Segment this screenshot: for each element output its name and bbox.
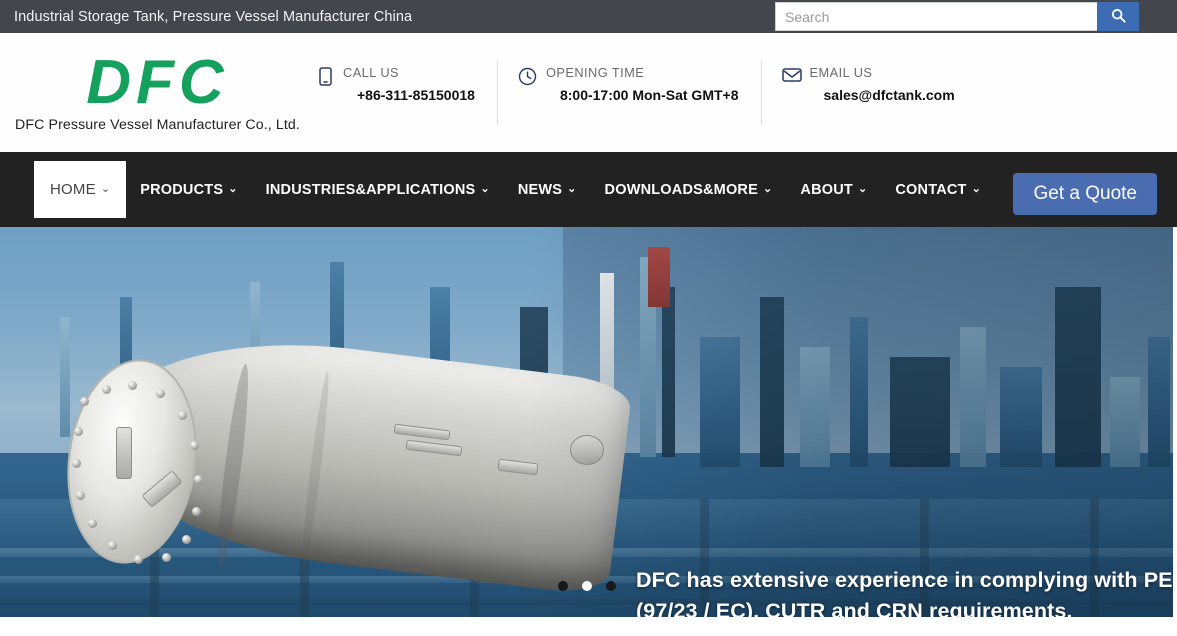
chevron-down-icon: ⌄ — [762, 183, 773, 195]
nav-item-industries-applications[interactable]: INDUSTRIES&APPLICATIONS ⌄ — [252, 152, 504, 227]
get-a-quote-button[interactable]: Get a Quote — [1013, 173, 1157, 215]
chevron-down-icon: ⌄ — [228, 183, 238, 195]
logo-tagline: DFC Pressure Vessel Manufacturer Co., Lt… — [15, 117, 300, 133]
search-input[interactable] — [775, 2, 1097, 31]
clock-icon — [516, 67, 540, 86]
carousel-dot-1[interactable] — [557, 581, 568, 591]
chevron-down-icon: ⌄ — [971, 183, 982, 195]
carousel-dot-3[interactable] — [605, 581, 616, 591]
search-button[interactable] — [1097, 2, 1139, 31]
page-bottom-edge — [0, 627, 1177, 636]
contact-email-us: EMAIL US sales@dfctank.com — [760, 60, 977, 125]
contact-opening-time-label: OPENING TIME — [545, 64, 645, 80]
main-navigation: HOME ⌄ PRODUCTS ⌄ INDUSTRIES&APPLICATION… — [0, 152, 1177, 227]
site-header: DFC DFC Pressure Vessel Manufacturer Co.… — [0, 33, 1177, 152]
contact-email-us-value[interactable]: sales@dfctank.com — [810, 87, 955, 103]
contact-opening-time-text: OPENING TIME 8:00-17:00 Mon-Sat GMT+8 — [540, 61, 739, 103]
chevron-down-icon: ⌄ — [567, 183, 577, 195]
search-icon — [1111, 8, 1126, 26]
hero-headline: DFC has extensive experience in complyin… — [636, 565, 1173, 617]
site-tagline: Industrial Storage Tank, Pressure Vessel… — [14, 8, 413, 25]
carousel-dots — [0, 581, 1173, 591]
top-bar: Industrial Storage Tank, Pressure Vessel… — [0, 0, 1177, 33]
contact-email-us-text: EMAIL US sales@dfctank.com — [804, 61, 955, 103]
nav-item-news[interactable]: NEWS ⌄ — [504, 152, 591, 227]
hero-line-2: (97/23 / EC), CUTR and CRN requirements. — [636, 599, 1073, 617]
nav-item-home-label: HOME — [50, 181, 96, 198]
nav-item-products-label: PRODUCTS — [140, 181, 224, 198]
page-root: Industrial Storage Tank, Pressure Vessel… — [0, 0, 1177, 636]
nav-item-about[interactable]: ABOUT ⌄ — [786, 152, 881, 227]
contact-call-us-value[interactable]: +86-311-85150018 — [343, 87, 475, 103]
contact-call-us-label: CALL US — [343, 64, 400, 80]
logo[interactable]: DFC DFC Pressure Vessel Manufacturer Co.… — [0, 48, 300, 134]
nav-item-news-label: NEWS — [517, 181, 563, 198]
nav-item-industries-applications-label: INDUSTRIES&APPLICATIONS — [265, 181, 476, 198]
nav-item-about-label: ABOUT — [800, 181, 853, 198]
hero-carousel: DFC has extensive experience in complyin… — [0, 227, 1173, 617]
contact-opening-time: OPENING TIME 8:00-17:00 Mon-Sat GMT+8 — [496, 60, 761, 125]
nav-item-list: HOME ⌄ PRODUCTS ⌄ INDUSTRIES&APPLICATION… — [0, 152, 995, 227]
contact-call-us: CALL US +86-311-85150018 — [295, 61, 497, 125]
contact-opening-time-value: 8:00-17:00 Mon-Sat GMT+8 — [559, 86, 739, 103]
chevron-down-icon: ⌄ — [480, 183, 490, 195]
nav-item-home[interactable]: HOME ⌄ — [34, 161, 127, 218]
nav-item-products[interactable]: PRODUCTS ⌄ — [126, 152, 251, 227]
search-bar — [775, 2, 1139, 31]
nav-item-downloads-more[interactable]: DOWNLOADS&MORE ⌄ — [591, 152, 787, 227]
contact-call-us-text: CALL US +86-311-85150018 — [337, 61, 475, 103]
envelope-icon — [780, 67, 804, 83]
mobile-phone-icon — [313, 66, 337, 86]
nav-item-contact-label: CONTACT — [895, 181, 967, 198]
carousel-dot-2[interactable] — [581, 581, 592, 591]
logo-wordmark: DFC — [86, 48, 229, 117]
chevron-down-icon: ⌄ — [857, 183, 868, 195]
hero-background-image — [0, 227, 1173, 617]
page-right-edge — [1173, 227, 1177, 627]
nav-item-downloads-more-label: DOWNLOADS&MORE — [604, 181, 758, 198]
contact-email-us-label: EMAIL US — [809, 64, 873, 80]
nav-item-contact[interactable]: CONTACT ⌄ — [881, 152, 995, 227]
header-contact-row: CALL US +86-311-85150018 OPENING TIME 8:… — [295, 60, 977, 125]
chevron-down-icon: ⌄ — [100, 183, 111, 195]
